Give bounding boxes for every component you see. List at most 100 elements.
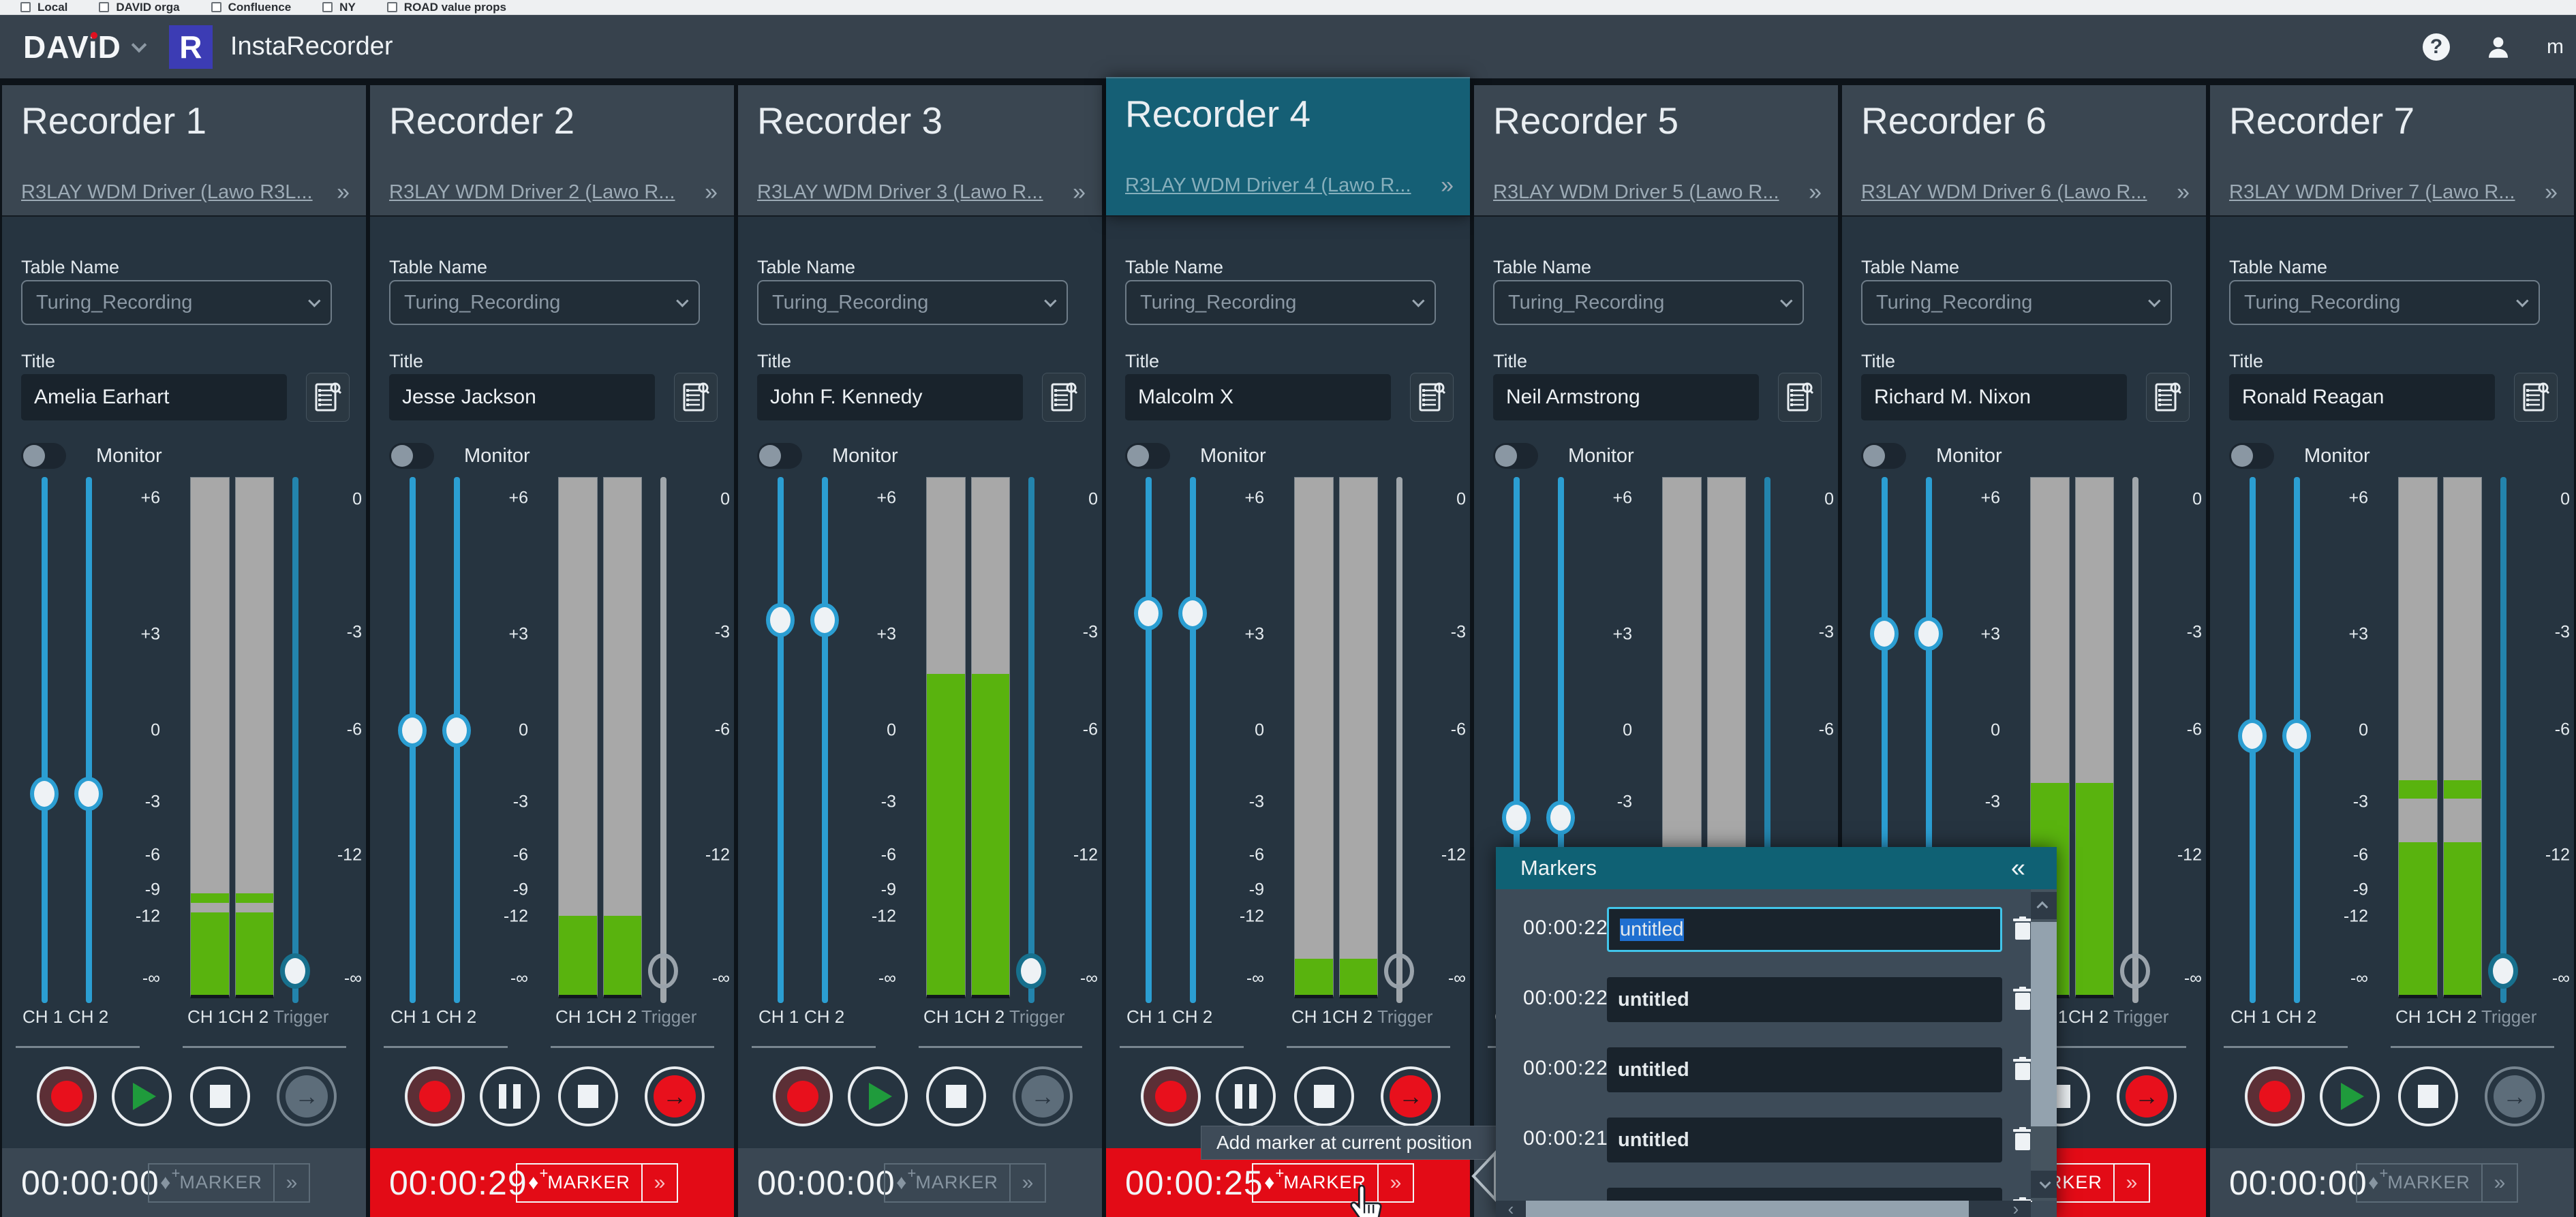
help-icon[interactable]: ? (2423, 33, 2450, 61)
stop-button[interactable] (558, 1066, 618, 1126)
monitor-toggle[interactable] (1493, 443, 1538, 469)
monitor-toggle[interactable] (389, 443, 434, 469)
driver-link[interactable]: R3LAY WDM Driver 4 (Lawo R... (1125, 174, 1411, 197)
ch2-fader-track[interactable] (1190, 477, 1196, 1003)
recorder-header[interactable]: Recorder 3 R3LAY WDM Driver 3 (Lawo R...… (738, 85, 1102, 217)
title-input[interactable] (21, 374, 287, 420)
ch1-fader-knob[interactable] (30, 777, 59, 811)
ch1-fader-knob[interactable] (2238, 719, 2267, 753)
marker-list-expand-icon[interactable]: » (2481, 1164, 2517, 1201)
driver-link[interactable]: R3LAY WDM Driver (Lawo R3L... (21, 181, 313, 204)
delete-marker-icon[interactable] (2012, 1127, 2033, 1155)
recorder-header[interactable]: Recorder 7 R3LAY WDM Driver 7 (Lawo R...… (2210, 85, 2574, 217)
stop-button[interactable] (926, 1066, 986, 1126)
recorder-header[interactable]: Recorder 2 R3LAY WDM Driver 2 (Lawo R...… (370, 85, 734, 217)
vertical-scrollbar[interactable] (2031, 889, 2057, 1201)
stop-button[interactable] (190, 1066, 250, 1126)
title-input[interactable] (757, 374, 1023, 420)
driver-link[interactable]: R3LAY WDM Driver 5 (Lawo R... (1493, 181, 1779, 204)
marker-name-input[interactable]: untitled (1607, 907, 2002, 952)
ch2-fader-knob[interactable] (74, 777, 103, 811)
goto-end-button[interactable]: → (2485, 1066, 2545, 1126)
browse-titles-button[interactable] (1778, 373, 1822, 422)
driver-link[interactable]: R3LAY WDM Driver 6 (Lawo R... (1861, 181, 2147, 204)
chevron-down-icon[interactable] (131, 37, 147, 52)
ch1-fader-knob[interactable] (1870, 617, 1899, 651)
goto-end-button[interactable]: → (277, 1066, 337, 1126)
goto-end-button[interactable]: → (2117, 1066, 2177, 1126)
scroll-down-button[interactable] (2031, 1171, 2057, 1198)
ch1-fader-knob[interactable] (398, 713, 427, 748)
trigger-fader-track[interactable] (1396, 477, 1402, 1003)
marker-button[interactable]: ♦+MARKER » (2356, 1162, 2518, 1203)
play-button[interactable] (112, 1066, 172, 1126)
trigger-fader-knob[interactable] (1016, 953, 1046, 989)
trigger-fader-track[interactable] (292, 477, 298, 1003)
goto-end-button[interactable]: → (1013, 1066, 1073, 1126)
monitor-toggle[interactable] (757, 443, 802, 469)
marker-list-expand-icon[interactable]: » (641, 1164, 677, 1201)
title-input[interactable] (2229, 374, 2495, 420)
table-name-select[interactable]: Turing_Recording (1125, 280, 1436, 325)
monitor-toggle[interactable] (1861, 443, 1906, 469)
trigger-fader-track[interactable] (2500, 477, 2506, 1003)
table-name-select[interactable]: Turing_Recording (2229, 280, 2540, 325)
monitor-toggle[interactable] (21, 443, 66, 469)
trigger-fader-track[interactable] (2132, 477, 2138, 1003)
delete-marker-icon[interactable] (2012, 987, 2033, 1015)
trigger-fader-knob[interactable] (1384, 953, 1414, 989)
recorder-header[interactable]: Recorder 4 R3LAY WDM Driver 4 (Lawo R...… (1106, 77, 1470, 217)
driver-expand-icon[interactable]: » (1441, 172, 1454, 199)
pause-button[interactable] (1216, 1066, 1276, 1126)
goto-end-button[interactable]: → (1381, 1066, 1441, 1126)
table-name-select[interactable]: Turing_Recording (389, 280, 700, 325)
browse-titles-button[interactable] (2514, 373, 2558, 422)
marker-name-input[interactable]: untitled (1607, 1047, 2002, 1092)
play-button[interactable] (848, 1066, 908, 1126)
ch1-fader-knob[interactable] (1502, 801, 1531, 835)
delete-marker-icon[interactable] (2012, 916, 2033, 944)
pause-button[interactable] (480, 1066, 540, 1126)
browse-titles-button[interactable] (306, 373, 350, 422)
record-button[interactable] (405, 1066, 465, 1126)
ch2-fader-knob[interactable] (2282, 719, 2311, 753)
scroll-right-button[interactable]: › (2001, 1199, 2031, 1217)
record-button[interactable] (37, 1066, 97, 1126)
trigger-fader-knob[interactable] (2120, 953, 2150, 989)
marker-list-expand-icon[interactable]: » (273, 1164, 309, 1201)
panel-resize-arrow-icon[interactable] (1471, 1149, 1497, 1205)
title-input[interactable] (1125, 374, 1391, 420)
driver-expand-icon[interactable]: » (1073, 179, 1086, 206)
driver-link[interactable]: R3LAY WDM Driver 3 (Lawo R... (757, 181, 1043, 204)
record-button[interactable] (2245, 1066, 2305, 1126)
horizontal-scrollbar[interactable]: ‹ › (1496, 1199, 2031, 1217)
title-input[interactable] (389, 374, 655, 420)
bookmark-item[interactable]: DAVID orga (99, 1, 180, 14)
marker-list-expand-icon[interactable]: » (1009, 1164, 1045, 1201)
table-name-select[interactable]: Turing_Recording (757, 280, 1068, 325)
delete-marker-icon[interactable] (2012, 1057, 2033, 1085)
table-name-select[interactable]: Turing_Recording (21, 280, 332, 325)
marker-button[interactable]: ♦+MARKER » (1252, 1162, 1414, 1203)
ch1-fader-track[interactable] (778, 477, 784, 1003)
driver-link[interactable]: R3LAY WDM Driver 2 (Lawo R... (389, 181, 675, 204)
driver-link[interactable]: R3LAY WDM Driver 7 (Lawo R... (2229, 181, 2515, 204)
trigger-fader-knob[interactable] (280, 953, 310, 989)
recorder-header[interactable]: Recorder 1 R3LAY WDM Driver (Lawo R3L...… (2, 85, 366, 217)
marker-button[interactable]: ♦+MARKER » (884, 1162, 1046, 1203)
david-logo[interactable]: DAViD (23, 29, 121, 65)
recorder-header[interactable]: Recorder 5 R3LAY WDM Driver 5 (Lawo R...… (1474, 85, 1838, 217)
trigger-fader-knob[interactable] (2488, 953, 2518, 989)
record-button[interactable] (1141, 1066, 1201, 1126)
bookmark-item[interactable]: Local (20, 1, 67, 14)
browse-titles-button[interactable] (2146, 373, 2190, 422)
browse-titles-button[interactable] (1042, 373, 1086, 422)
ch1-fader-knob[interactable] (1134, 596, 1163, 630)
driver-expand-icon[interactable]: » (705, 179, 718, 206)
record-button[interactable] (773, 1066, 833, 1126)
ch2-fader-track[interactable] (822, 477, 828, 1003)
vertical-scroll-thumb[interactable] (2031, 922, 2057, 1126)
bookmark-item[interactable]: Confluence (211, 1, 291, 14)
ch2-fader-knob[interactable] (1914, 617, 1943, 651)
ch2-fader-knob[interactable] (810, 603, 839, 637)
